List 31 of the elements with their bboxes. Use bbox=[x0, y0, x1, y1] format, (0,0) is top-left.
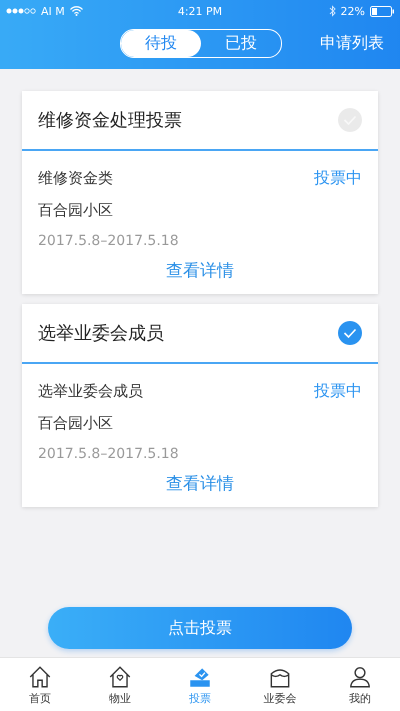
vote-status: 投票中 bbox=[314, 380, 362, 402]
community-name: 百合园小区 bbox=[38, 414, 114, 433]
vote-dates: 2017.5.8–2017.5.18 bbox=[38, 233, 180, 249]
tab[interactable]: 待投 bbox=[121, 30, 201, 57]
community-name: 百合园小区 bbox=[38, 201, 114, 220]
bluetooth-icon bbox=[328, 5, 336, 17]
property-icon bbox=[107, 664, 133, 690]
vote-category: 选举业委会成员 bbox=[38, 382, 143, 400]
apply-list-link[interactable]: 申请列表 bbox=[320, 33, 384, 54]
details-link[interactable]: 查看详情 bbox=[166, 259, 234, 282]
carrier-name: AI M bbox=[41, 4, 65, 18]
battery-percent: 22% bbox=[340, 4, 365, 18]
nav-tab[interactable]: 物业 bbox=[80, 658, 160, 711]
vote-title: 维修资金处理投票 bbox=[38, 109, 182, 132]
vote-status: 投票中 bbox=[314, 168, 362, 188]
signal-icon bbox=[6, 8, 36, 14]
nav-tab[interactable]: 投票 bbox=[160, 658, 240, 711]
wifi-icon bbox=[70, 6, 83, 16]
details-link[interactable]: 查看详情 bbox=[166, 472, 234, 495]
vote-button[interactable]: 点击投票 bbox=[48, 607, 352, 649]
check-icon[interactable] bbox=[338, 321, 362, 345]
vote-title: 选举业委会成员 bbox=[38, 322, 164, 345]
battery-icon bbox=[370, 6, 394, 16]
nav-tab[interactable]: 业委会 bbox=[240, 658, 320, 711]
vote-dates: 2017.5.8–2017.5.18 bbox=[38, 446, 180, 462]
nav-tab[interactable]: 首页 bbox=[0, 658, 80, 711]
home-icon bbox=[27, 664, 53, 690]
vote-category: 维修资金类 bbox=[38, 168, 113, 188]
tab[interactable]: 已投 bbox=[201, 30, 281, 57]
nav-tab[interactable]: 我的 bbox=[320, 658, 400, 711]
status-time: 4:21 PM bbox=[178, 4, 222, 18]
